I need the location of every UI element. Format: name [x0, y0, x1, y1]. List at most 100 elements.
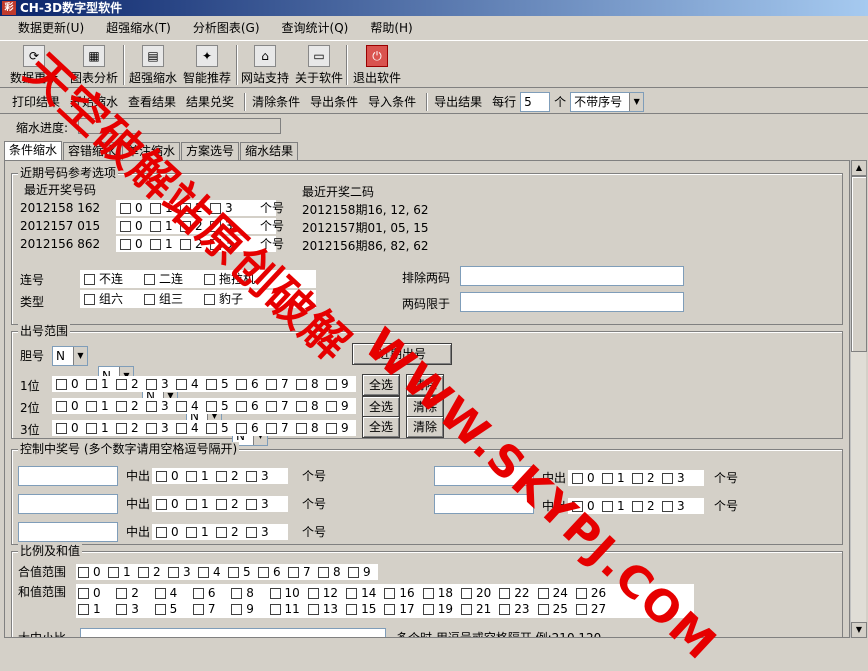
checkbox[interactable]	[537, 604, 549, 615]
checkbox[interactable]	[326, 401, 337, 412]
sum-option[interactable]: 19	[422, 601, 453, 617]
checkbox[interactable]	[86, 401, 97, 412]
sum-option[interactable]: 3	[116, 601, 139, 617]
checkbox[interactable]	[144, 294, 155, 305]
checkbox[interactable]	[662, 501, 673, 512]
checkbox[interactable]	[204, 294, 215, 305]
import-conditions-button[interactable]: 导入条件	[368, 91, 416, 113]
menu-help[interactable]: 帮助(H)	[362, 17, 420, 39]
checkbox[interactable]	[86, 423, 97, 434]
checkbox[interactable]	[216, 471, 227, 482]
sum-option[interactable]: 2	[116, 585, 139, 601]
checkbox[interactable]	[210, 203, 221, 214]
checkbox[interactable]	[632, 473, 643, 484]
checkbox[interactable]	[84, 294, 95, 305]
checkbox[interactable]	[348, 567, 359, 578]
checkbox[interactable]	[266, 379, 277, 390]
checkbox[interactable]	[108, 567, 119, 578]
checkbox[interactable]	[154, 588, 166, 599]
control-input[interactable]	[18, 466, 118, 486]
checkbox[interactable]	[144, 274, 155, 285]
checkbox[interactable]	[236, 379, 247, 390]
tab-condition-shrink[interactable]: 条件缩水	[4, 141, 63, 160]
size-ratio-input[interactable]	[80, 628, 386, 637]
export-result-button[interactable]: 导出结果	[434, 91, 482, 113]
checkbox[interactable]	[461, 588, 472, 599]
checkbox[interactable]	[572, 501, 583, 512]
checkbox[interactable]	[116, 379, 127, 390]
sum-option[interactable]: 14	[346, 585, 376, 601]
checkbox[interactable]	[384, 588, 396, 599]
checkbox[interactable]	[56, 423, 67, 434]
toolbar-about-button[interactable]: ▭ 关于软件	[292, 43, 346, 87]
tab-scheme-select[interactable]: 方案选号	[181, 142, 240, 160]
sum-option[interactable]: 8	[231, 585, 254, 601]
checkbox[interactable]	[572, 473, 583, 484]
limit-two-input[interactable]	[460, 292, 684, 312]
clear-button[interactable]: 清除	[406, 396, 444, 418]
checkbox[interactable]	[120, 239, 131, 250]
checkbox[interactable]	[186, 471, 197, 482]
select-all-button[interactable]: 全选	[362, 396, 400, 418]
print-result-button[interactable]: 打印结果	[12, 91, 60, 113]
control-input[interactable]	[18, 522, 118, 542]
sum-option[interactable]: 25	[537, 601, 568, 617]
checkbox[interactable]	[461, 604, 472, 615]
checkbox[interactable]	[246, 471, 257, 482]
sum-option[interactable]: 24	[537, 585, 568, 601]
checkbox[interactable]	[632, 501, 643, 512]
checkbox[interactable]	[56, 379, 67, 390]
checkbox[interactable]	[84, 274, 95, 285]
checkbox[interactable]	[326, 379, 337, 390]
checkbox[interactable]	[575, 604, 587, 615]
export-conditions-button[interactable]: 导出条件	[310, 91, 358, 113]
checkbox[interactable]	[176, 379, 187, 390]
checkbox[interactable]	[236, 401, 247, 412]
checkbox[interactable]	[186, 499, 197, 510]
checkbox[interactable]	[150, 203, 161, 214]
vertical-scrollbar[interactable]: ▲ ▼	[850, 160, 867, 638]
dan-select-1[interactable]: N ▼	[52, 346, 88, 366]
checkbox[interactable]	[192, 604, 204, 615]
checkbox[interactable]	[326, 423, 337, 434]
control-input[interactable]	[434, 494, 534, 514]
sum-option[interactable]: 5	[154, 601, 177, 617]
checkbox[interactable]	[120, 221, 131, 232]
sum-option[interactable]: 20	[461, 585, 491, 601]
tab-tolerance-shrink[interactable]: 容错缩水	[63, 142, 122, 160]
toolbar-website-support-button[interactable]: ⌂ 网站支持	[238, 43, 292, 87]
sum-option[interactable]: 0	[78, 585, 101, 601]
checkbox[interactable]	[499, 604, 511, 615]
clear-button[interactable]: 清除	[406, 416, 444, 438]
toolbar-data-update-button[interactable]: ⟳ 数据更新	[6, 43, 62, 87]
sum-option[interactable]: 18	[422, 585, 453, 601]
checkbox[interactable]	[307, 604, 319, 615]
checkbox[interactable]	[602, 501, 613, 512]
checkbox[interactable]	[384, 604, 396, 615]
sum-option[interactable]: 12	[307, 585, 338, 601]
sum-option[interactable]: 1	[78, 601, 101, 617]
menu-data-update[interactable]: 数据更新(U)	[10, 17, 92, 39]
checkbox[interactable]	[602, 473, 613, 484]
checkbox[interactable]	[150, 239, 161, 250]
checkbox[interactable]	[216, 499, 227, 510]
checkbox[interactable]	[537, 588, 549, 599]
checkbox[interactable]	[78, 567, 89, 578]
clear-conditions-button[interactable]: 清除条件	[252, 91, 300, 113]
checkbox[interactable]	[210, 239, 221, 250]
select-all-button[interactable]: 全选	[362, 416, 400, 438]
checkbox[interactable]	[346, 588, 358, 599]
menu-analysis-chart[interactable]: 分析图表(G)	[185, 17, 268, 39]
sum-option[interactable]: 6	[192, 585, 216, 601]
checkbox[interactable]	[180, 239, 191, 250]
select-all-button[interactable]: 全选	[362, 374, 400, 396]
checkbox[interactable]	[662, 473, 673, 484]
checkbox[interactable]	[318, 567, 329, 578]
checkbox[interactable]	[575, 588, 587, 599]
checkbox[interactable]	[206, 423, 217, 434]
clear-button[interactable]: 清除	[406, 374, 444, 396]
result-prize-button[interactable]: 结果兑奖	[186, 91, 234, 113]
per-line-input[interactable]: 5	[520, 91, 551, 112]
checkbox[interactable]	[296, 423, 307, 434]
control-input[interactable]	[18, 494, 118, 514]
